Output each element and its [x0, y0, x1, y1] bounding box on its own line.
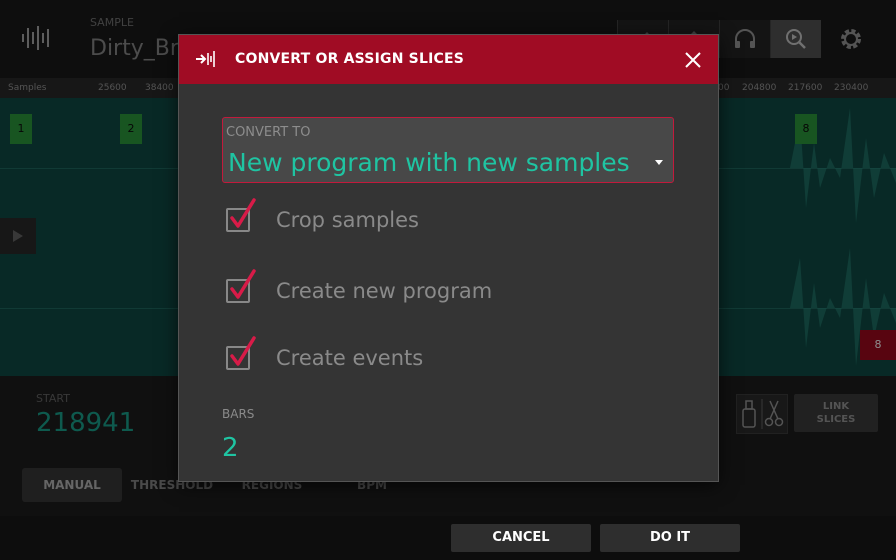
convert-to-value: New program with new samples — [228, 148, 630, 177]
checkmark-icon — [230, 198, 256, 228]
bars-value[interactable]: 2 — [222, 433, 239, 463]
checkbox[interactable] — [226, 336, 256, 370]
option-label: Crop samples — [276, 208, 419, 232]
checkbox[interactable] — [226, 198, 256, 232]
convert-dialog: CONVERT OR ASSIGN SLICES CONVERT TO New … — [179, 35, 718, 481]
checkbox[interactable] — [226, 269, 256, 303]
convert-to-select[interactable]: CONVERT TO New program with new samples — [222, 117, 674, 183]
checkmark-icon — [230, 269, 256, 299]
crop-samples-option[interactable]: Crop samples — [226, 198, 419, 240]
convert-slices-icon — [196, 51, 215, 67]
dialog-header: CONVERT OR ASSIGN SLICES — [179, 35, 718, 84]
create-events-option[interactable]: Create events — [226, 336, 424, 378]
convert-to-label: CONVERT TO — [226, 125, 311, 140]
dialog-title: CONVERT OR ASSIGN SLICES — [235, 51, 465, 67]
cancel-button[interactable]: CANCEL — [451, 524, 591, 552]
do-it-button[interactable]: DO IT — [600, 524, 740, 552]
footer-bar: CANCEL DO IT — [0, 516, 896, 560]
create-new-program-option[interactable]: Create new program — [226, 269, 493, 311]
option-label: Create events — [276, 346, 424, 370]
option-label: Create new program — [276, 279, 493, 303]
chevron-down-icon — [655, 160, 663, 165]
close-icon[interactable] — [682, 49, 704, 71]
bars-label: BARS — [222, 407, 255, 421]
checkmark-icon — [230, 336, 256, 366]
